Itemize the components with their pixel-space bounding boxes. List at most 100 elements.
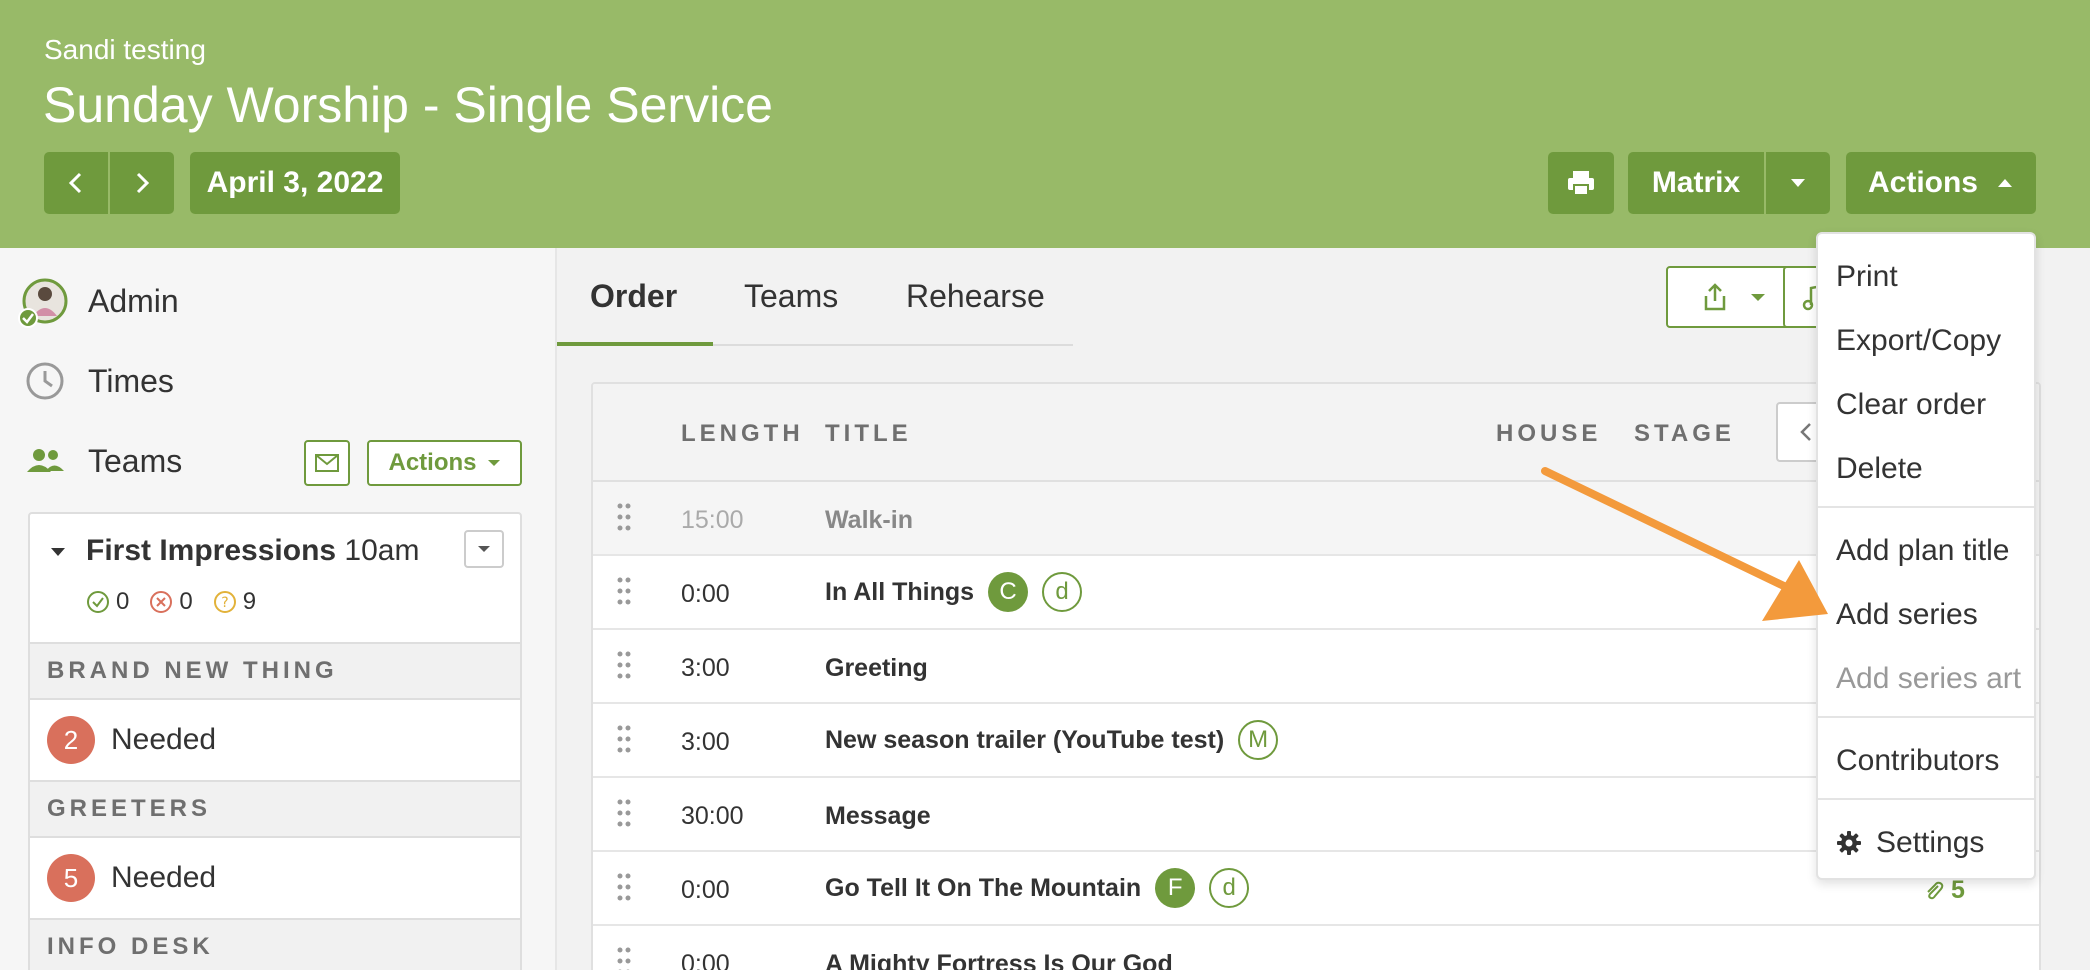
drag-handle-icon[interactable]: [617, 946, 631, 970]
item-title[interactable]: Go Tell It On The Mountain: [825, 874, 1141, 903]
sidebar-item-label: Admin: [88, 282, 179, 319]
matrix-button[interactable]: Matrix: [1628, 152, 1764, 214]
item-title[interactable]: A Mighty Fortress Is Our God: [825, 950, 1173, 970]
plan-date-button[interactable]: April 3, 2022: [190, 152, 400, 214]
actions-button[interactable]: Actions: [1846, 152, 2036, 214]
accepted-count: 0: [116, 588, 130, 615]
team-card-header: First Impressions 10am 0 0 ? 9: [30, 514, 520, 642]
menu-item-print[interactable]: Print: [1836, 260, 1898, 294]
attachments-indicator[interactable]: 5: [1923, 876, 1965, 905]
menu-item-contributors[interactable]: Contributors: [1836, 744, 1999, 778]
drag-handle-icon[interactable]: [617, 502, 631, 532]
sidebar-item-label: Teams: [88, 442, 183, 479]
app-root: Sandi testing Sunday Worship - Single Se…: [0, 0, 2090, 970]
actions-dropdown-menu: Print Export/Copy Clear order Delete Add…: [1816, 232, 2036, 880]
drag-handle-icon[interactable]: [617, 576, 631, 606]
envelope-icon: [315, 454, 339, 472]
caret-down-icon[interactable]: [50, 546, 66, 558]
caret-up-icon: [1998, 179, 2012, 187]
menu-divider: [1818, 506, 2034, 508]
drag-handle-icon[interactable]: [617, 650, 631, 680]
needed-label: Needed: [111, 723, 217, 756]
item-length: 0:00: [681, 580, 730, 608]
sidebar-item-times[interactable]: Times: [22, 358, 174, 404]
item-title-group: New season trailer (YouTube test) M: [825, 720, 1279, 760]
page-title: Sunday Worship - Single Service: [43, 77, 773, 133]
email-teams-button[interactable]: [304, 440, 350, 486]
item-title[interactable]: Greeting: [825, 654, 928, 683]
menu-item-add-series-art: Add series art: [1836, 662, 2022, 695]
menu-item-add-plan-title[interactable]: Add plan title: [1836, 534, 2009, 568]
printer-icon: [1568, 171, 1594, 196]
column-title: TITLE: [825, 420, 912, 447]
check-badge-icon: [18, 308, 38, 328]
sidebar-item-teams[interactable]: Teams: [22, 438, 182, 484]
print-button[interactable]: [1548, 152, 1614, 214]
drag-handle-icon[interactable]: [617, 798, 631, 828]
sidebar-item-admin[interactable]: Admin: [18, 278, 179, 328]
tab-order[interactable]: Order: [590, 278, 677, 315]
menu-item-export-copy[interactable]: Export/Copy: [1836, 324, 2001, 358]
item-title[interactable]: Message: [825, 802, 931, 831]
tab-underline: [713, 344, 1073, 346]
menu-divider: [1818, 798, 2034, 800]
menu-item-add-series[interactable]: Add series: [1836, 598, 1978, 632]
chevron-left-icon: [1800, 423, 1811, 441]
people-icon: [27, 449, 64, 472]
team-card-dropdown-button[interactable]: [464, 530, 504, 568]
team-title: First Impressions: [86, 534, 337, 567]
position-needed-row[interactable]: 5 Needed: [30, 838, 520, 918]
menu-item-clear-order[interactable]: Clear order: [1836, 388, 1986, 422]
tab-teams[interactable]: Teams: [744, 278, 838, 315]
teams-actions-button[interactable]: Actions: [367, 440, 522, 486]
paperclip-icon: [1927, 881, 1944, 899]
item-title[interactable]: In All Things: [825, 578, 974, 607]
media-chip[interactable]: M: [1238, 720, 1279, 760]
menu-item-label: Settings: [1876, 826, 1985, 859]
column-length: LENGTH: [681, 420, 804, 447]
table-row[interactable]: 0:00 A Mighty Fortress Is Our God: [593, 926, 2039, 970]
item-title[interactable]: Walk-in: [825, 506, 913, 535]
question-circle-icon: ?: [213, 591, 236, 613]
drag-handle-icon[interactable]: [617, 872, 631, 902]
actions-button-label: Actions: [1867, 166, 1978, 199]
position-needed-row[interactable]: 2 Needed: [30, 700, 520, 780]
menu-divider: [1818, 716, 2034, 718]
attachments-count: 5: [1951, 876, 1965, 904]
matrix-dropdown-button[interactable]: [1766, 152, 1830, 214]
item-title[interactable]: New season trailer (YouTube test): [825, 726, 1224, 755]
needed-count-badge: 5: [47, 854, 95, 902]
avatar: [18, 278, 68, 328]
drag-handle-icon[interactable]: [617, 724, 631, 754]
menu-item-settings[interactable]: Settings: [1836, 826, 1984, 860]
position-header: INFO DESK: [30, 918, 520, 970]
organization-name: Sandi testing: [44, 34, 206, 65]
needed-label: Needed: [111, 861, 217, 894]
tab-rehearse[interactable]: Rehearse: [906, 278, 1045, 315]
pending-count: 9: [242, 588, 257, 615]
active-tab-indicator: [557, 342, 713, 346]
next-plan-button[interactable]: [110, 152, 174, 214]
key-chip[interactable]: d: [1209, 868, 1250, 908]
item-length: 3:00: [681, 654, 730, 682]
position-header: GREETERS: [30, 780, 520, 838]
menu-item-delete[interactable]: Delete: [1836, 452, 1923, 486]
item-title-group: Go Tell It On The Mountain F d: [825, 868, 1250, 908]
chevron-left-icon: [68, 172, 82, 194]
svg-text:?: ?: [221, 595, 228, 611]
item-title-group: In All Things C d: [825, 572, 1083, 612]
chevron-right-icon: [136, 172, 150, 194]
caret-down-icon: [478, 546, 490, 552]
item-length: 0:00: [681, 876, 730, 904]
clock-icon: [26, 362, 64, 400]
key-chip[interactable]: d: [1042, 572, 1083, 612]
arrangement-chip[interactable]: F: [1155, 868, 1196, 908]
teams-actions-label: Actions: [388, 449, 477, 476]
share-button[interactable]: [1666, 266, 1802, 328]
share-icon: [1704, 283, 1726, 311]
plan-header: Sandi testing Sunday Worship - Single Se…: [0, 0, 2090, 248]
caret-down-icon: [1791, 179, 1805, 187]
previous-plan-button[interactable]: [44, 152, 108, 214]
caret-down-icon: [1751, 294, 1765, 301]
arrangement-chip[interactable]: C: [988, 572, 1029, 612]
